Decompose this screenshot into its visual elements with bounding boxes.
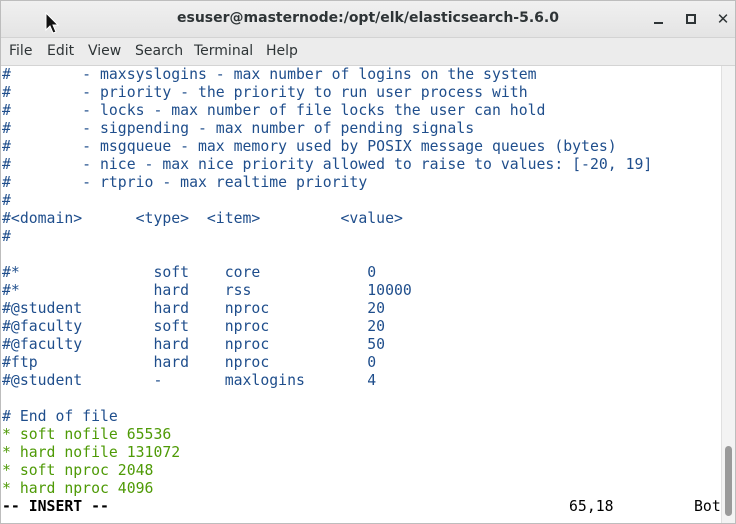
terminal-line: # - priority - the priority to run user … [2,84,528,101]
terminal-line: # - nice - max nice priority allowed to … [2,156,653,173]
terminal-line: # - sigpending - max number of pending s… [2,120,475,137]
vertical-scrollbar[interactable] [721,66,735,523]
window-title: esuser@masternode:/opt/elk/elasticsearch… [177,10,559,26]
terminal-line: # - rtprio - max realtime priority [2,174,368,191]
terminal-line: #@faculty hard nproc 50 [2,336,386,353]
maximize-button[interactable] [681,9,701,29]
terminal-line: #<domain> <type> <item> <value> [2,210,403,227]
terminal-line: # - maxsyslogins - max number of logins … [2,66,537,83]
terminal-line: # - locks - max number of file locks the… [2,102,546,119]
terminal-window: esuser@masternode:/opt/elk/elasticsearch… [0,0,736,524]
close-button[interactable]: ✕ [713,9,733,29]
terminal-line: * hard nproc 4096 [2,480,154,497]
terminal-line: #ftp hard nproc 0 [2,354,377,371]
terminal-line: #* hard rss 10000 [2,282,412,299]
menu-search[interactable]: Search [135,43,183,59]
terminal-line: # - msgqueue - max memory used by POSIX … [2,138,617,155]
menu-view[interactable]: View [88,43,121,59]
terminal-output[interactable]: # - maxsyslogins - max number of logins … [1,66,721,523]
menu-help[interactable]: Help [266,43,298,59]
terminal-line: #@student - maxlogins 4 [2,372,377,389]
menu-file[interactable]: File [9,43,32,59]
terminal-line: #* soft core 0 [2,264,377,281]
vim-mode-indicator: -- INSERT -- [2,498,109,515]
menu-edit[interactable]: Edit [47,43,74,59]
terminal-line: * hard nofile 131072 [2,444,181,461]
cursor-position: 65,18 [569,498,614,515]
close-icon: ✕ [716,10,730,28]
scroll-position: Bot [694,498,721,515]
terminal-line: * soft nofile 65536 [2,426,172,443]
minimize-button[interactable] [649,9,669,29]
terminal-line: # [2,228,11,245]
scrollbar-thumb[interactable] [725,446,732,516]
terminal-line: #@faculty soft nproc 20 [2,318,386,335]
title-bar[interactable]: esuser@masternode:/opt/elk/elasticsearch… [1,1,735,38]
menu-bar: File Edit View Search Terminal Help [1,38,735,66]
menu-terminal[interactable]: Terminal [194,43,253,59]
terminal-line: # End of file [2,408,118,425]
terminal-line: * soft nproc 2048 [2,462,154,479]
terminal-line: #@student hard nproc 20 [2,300,386,317]
minimize-icon [654,22,663,24]
maximize-icon [686,14,696,24]
terminal-line: # [2,192,11,209]
